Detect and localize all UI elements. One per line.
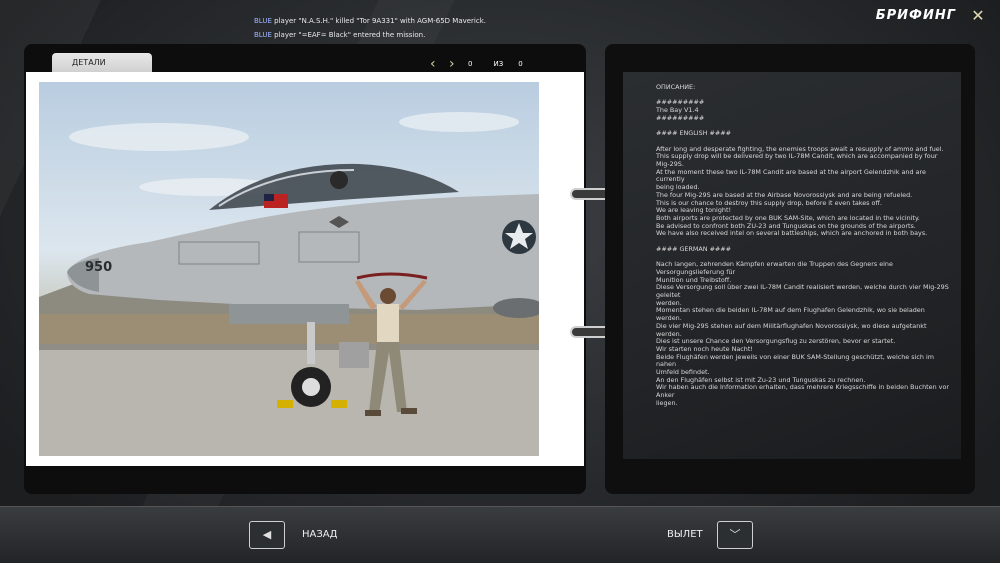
chat-text: player "N.A.S.H." killed "Tor 9A331" wit… bbox=[274, 17, 487, 25]
chevron-down-icon: ﹀ bbox=[729, 528, 741, 541]
mission-description: ОПИСАНИЕ: ######### The Bay V1.4 #######… bbox=[656, 83, 949, 407]
chat-log: BLUE player "N.A.S.H." killed "Tor 9A331… bbox=[254, 14, 486, 42]
tab-details[interactable]: ДЕТАЛИ bbox=[52, 53, 152, 73]
prev-image-icon[interactable]: ‹ bbox=[430, 57, 440, 71]
chat-line: BLUE player "N.A.S.H." killed "Tor 9A331… bbox=[254, 14, 486, 28]
tail-number: 950 bbox=[85, 260, 113, 275]
fly-label[interactable]: ВЫЛЕТ bbox=[667, 528, 703, 542]
description-page: ОПИСАНИЕ: ######### The Bay V1.4 #######… bbox=[605, 44, 975, 494]
chat-line: BLUE player "=EAF= Black" entered the mi… bbox=[254, 28, 486, 42]
triangle-left-icon: ◀ bbox=[262, 528, 272, 541]
briefing-photo: 950 bbox=[39, 82, 539, 456]
pager-total: 0 bbox=[518, 60, 523, 68]
chat-team: BLUE bbox=[254, 17, 272, 25]
fly-button[interactable]: ﹀ bbox=[717, 521, 753, 549]
image-pager: ‹ › 0 ИЗ 0 bbox=[430, 56, 523, 72]
bottom-bar: ◀ НАЗАД ВЫЛЕТ ﹀ bbox=[0, 506, 1000, 563]
back-button[interactable]: ◀ bbox=[249, 521, 285, 549]
next-image-icon[interactable]: › bbox=[449, 57, 459, 71]
chat-team: BLUE bbox=[254, 31, 272, 39]
pager-current: 0 bbox=[468, 60, 473, 68]
back-label[interactable]: НАЗАД bbox=[302, 528, 337, 542]
close-icon[interactable]: ✕ bbox=[968, 6, 988, 26]
details-page: ДЕТАЛИ ‹ › 0 ИЗ 0 950 bbox=[24, 44, 586, 494]
screen-title: БРИФИНГ bbox=[875, 8, 956, 23]
description-panel[interactable]: ОПИСАНИЕ: ######### The Bay V1.4 #######… bbox=[623, 72, 961, 459]
pager-of-label: ИЗ bbox=[493, 60, 504, 68]
chat-text: player "=EAF= Black" entered the mission… bbox=[274, 31, 426, 39]
